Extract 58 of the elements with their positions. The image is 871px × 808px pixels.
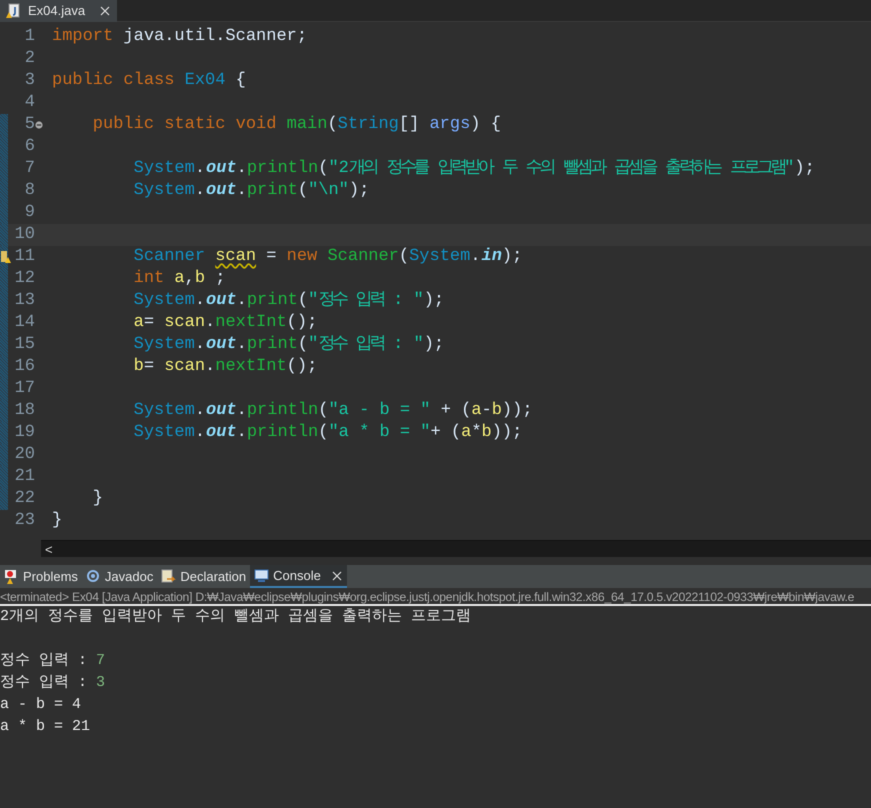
code-line: } [92,488,104,510]
line-number: 20 [14,444,35,466]
code-line: public static void main(String[] args) { [92,114,501,136]
code-line: System.out.print("정수 입력 : "); [132,334,444,356]
monitor-icon [254,568,270,584]
java-file-icon [6,3,20,19]
code-line: System.out.print("정수 입력 : "); [132,290,444,312]
console-line: 정수 입력 : 3 [0,674,106,691]
code-line: b= scan.nextInt(); [132,356,318,378]
code-line: } [52,510,62,532]
line-number: 4 [24,92,35,114]
code-line: Scanner scan = new Scanner(System.in); [132,246,522,268]
line-number: 3 [24,70,35,92]
line-number: 23 [14,510,35,532]
console-line: 2개의 정수를 입력받아 두 수의 뺄셈과 곱셈을 출력하는 프로그램 [0,608,472,625]
console-line: 정수 입력 : 7 [0,652,106,669]
code-line: System.out.println("2개의 정수를 입력받아 두 수의 뺄셈과 곱셈을 출력하는 프로그램"); [132,158,815,180]
panel-tab[interactable]: Console [250,565,347,588]
line-number: 1 [24,26,35,48]
code-line: import java.util.Scanner; [52,26,308,48]
line-number: 17 [14,378,35,400]
line-number: 8 [24,180,35,202]
line-number: 18 [14,400,35,422]
console-header: <terminated> Ex04 [Java Application] D:₩Java₩eclipse₩plugins₩org.eclipse.justj.openjdk.hotspot.jre.full.win32.x86_64_17.0.5.v20221102-0933₩jre₩bin₩javaw.e [0,590,854,604]
panel-tab[interactable]: Declaration [157,565,250,588]
collapse-icon [35,121,43,129]
editor-tab[interactable]: Ex04.java [0,0,118,22]
warning-icon [0,250,11,264]
line-number: 19 [14,422,35,444]
code-line: public class Ex04 { [52,70,246,92]
console-line: a - b = 4 [0,696,82,713]
code-line: int a,b ; [132,268,226,290]
line-number: 5 [24,114,35,136]
line-number: 11 [14,246,35,268]
line-number: 16 [14,356,35,378]
at-sign-icon [86,568,101,584]
line-number: 9 [24,202,35,224]
line-number: 7 [24,158,35,180]
code-line: System.out.println("a - b = " + (a-b)); [132,400,533,422]
line-number: 22 [14,488,35,510]
panel-tab[interactable]: Javadoc [82,565,158,588]
line-number: 14 [14,312,35,334]
line-number: 10 [14,224,35,246]
scroll-left-arrow[interactable]: < [45,542,53,557]
line-number: 2 [24,48,35,70]
code-line: System.out.println("a * b = "+ (a*b)); [132,422,522,444]
line-number: 6 [24,136,35,158]
declaration-icon [161,568,176,584]
line-number: 12 [14,268,35,290]
code-line: a= scan.nextInt(); [132,312,318,334]
line-number: 21 [14,466,35,488]
line-number: 15 [14,334,35,356]
code-line: System.out.print("\n"); [132,180,370,202]
line-number: 13 [14,290,35,312]
problems-icon [4,568,19,584]
console-line: a * b = 21 [0,718,90,735]
panel-tab[interactable]: Problems [0,565,82,588]
close-icon [99,5,112,17]
